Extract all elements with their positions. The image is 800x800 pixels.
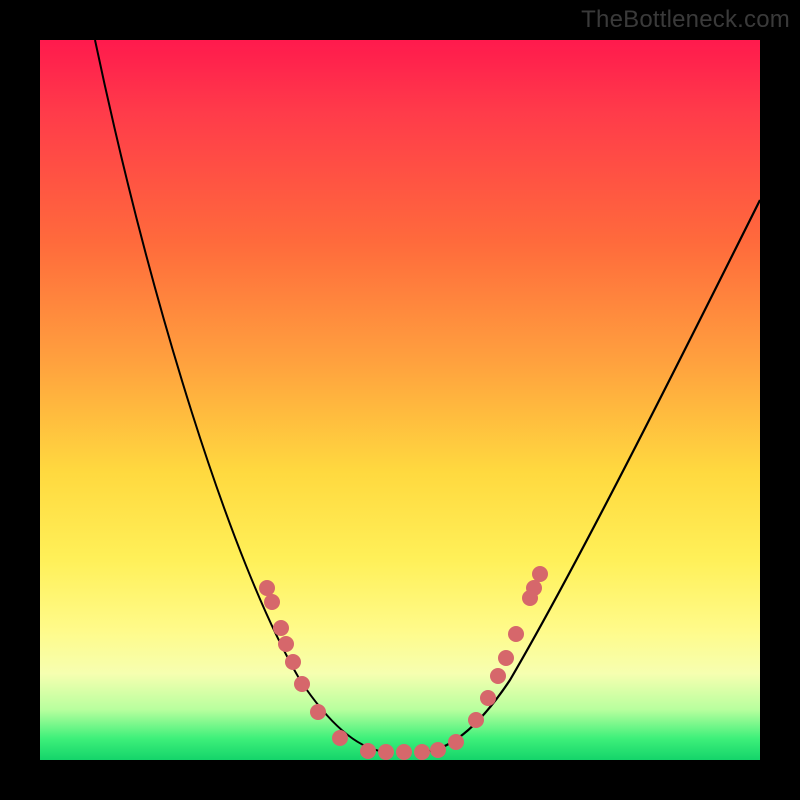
data-marker xyxy=(259,580,275,596)
data-marker xyxy=(285,654,301,670)
data-marker xyxy=(273,620,289,636)
data-marker xyxy=(264,594,280,610)
data-marker xyxy=(448,734,464,750)
curve-left xyxy=(95,40,390,752)
data-marker xyxy=(532,566,548,582)
data-marker xyxy=(278,636,294,652)
data-marker xyxy=(468,712,484,728)
data-marker xyxy=(378,744,394,760)
marker-layer xyxy=(259,566,548,760)
data-marker xyxy=(508,626,524,642)
data-marker xyxy=(522,590,538,606)
data-marker xyxy=(430,742,446,758)
data-marker xyxy=(498,650,514,666)
chart-frame: TheBottleneck.com xyxy=(0,0,800,800)
curve-right xyxy=(420,200,760,752)
data-marker xyxy=(414,744,430,760)
data-marker xyxy=(480,690,496,706)
data-marker xyxy=(360,743,376,759)
data-marker xyxy=(332,730,348,746)
data-marker xyxy=(310,704,326,720)
data-marker xyxy=(490,668,506,684)
chart-svg xyxy=(40,40,760,760)
data-marker xyxy=(396,744,412,760)
watermark-text: TheBottleneck.com xyxy=(581,6,790,34)
data-marker xyxy=(294,676,310,692)
chart-plot-area xyxy=(40,40,760,760)
